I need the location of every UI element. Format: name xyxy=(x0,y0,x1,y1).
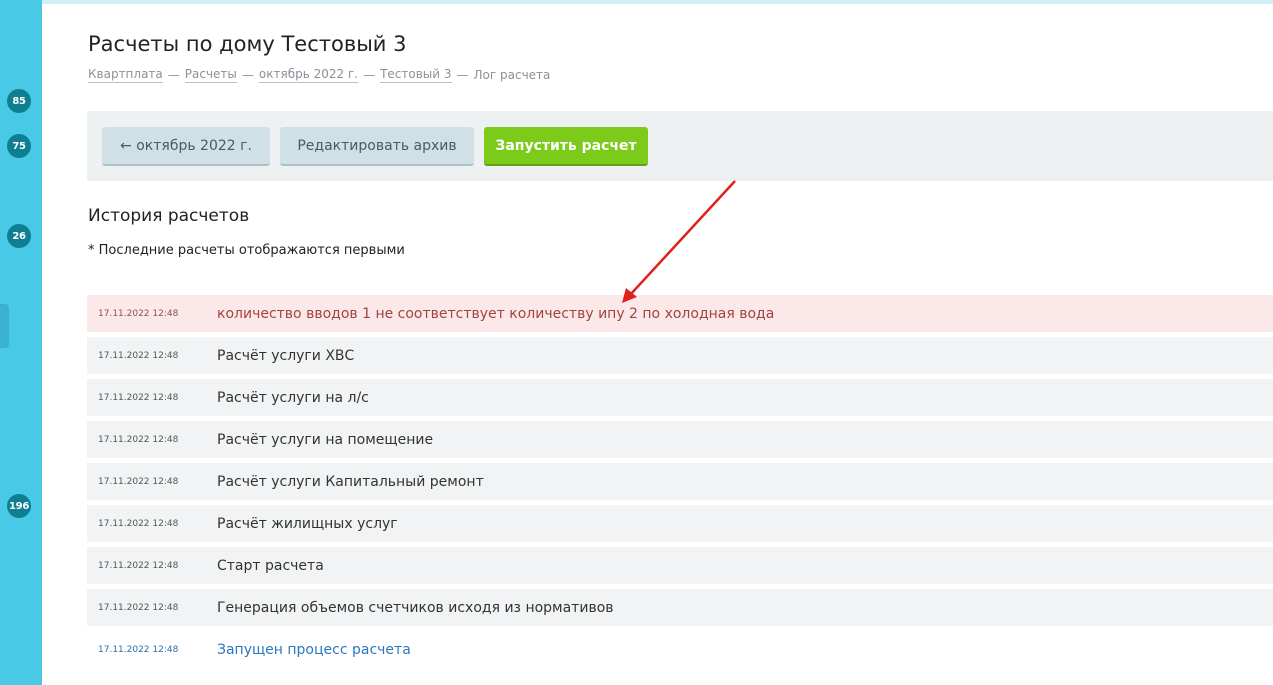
breadcrumb-separator: — xyxy=(456,68,469,82)
breadcrumb-link-period[interactable]: октябрь 2022 г. xyxy=(258,67,359,83)
edit-archive-button[interactable]: Редактировать архив xyxy=(280,127,474,166)
breadcrumb-separator: — xyxy=(241,68,254,82)
log-message: Генерация объемов счетчиков исходя из но… xyxy=(217,599,614,616)
log-date: 17.11.2022 12:48 xyxy=(98,392,179,403)
sidebar-badge-1[interactable]: 85 xyxy=(7,89,31,113)
toolbar: ← октябрь 2022 г. Редактировать архив За… xyxy=(87,111,1273,181)
log-row: 17.11.2022 12:48 Расчёт услуги на л/с xyxy=(87,379,1273,416)
page-title: Расчеты по дому Тестовый 3 xyxy=(88,32,407,56)
log-date: 17.11.2022 12:48 xyxy=(98,434,179,445)
history-title: История расчетов xyxy=(88,206,250,226)
log-message: Расчёт услуги ХВС xyxy=(217,347,355,364)
back-period-button[interactable]: ← октябрь 2022 г. xyxy=(102,127,270,166)
breadcrumb-link-house[interactable]: Тестовый 3 xyxy=(380,67,452,83)
log-date: 17.11.2022 12:48 xyxy=(98,476,179,487)
log-row: 17.11.2022 12:48 Расчёт услуги на помеще… xyxy=(87,421,1273,458)
sidebar-collapse-handle[interactable] xyxy=(0,304,9,348)
log-row: 17.11.2022 12:48 Генерация объемов счетч… xyxy=(87,589,1273,626)
log-date: 17.11.2022 12:48 xyxy=(98,644,179,655)
log-date: 17.11.2022 12:48 xyxy=(98,518,179,529)
log-row: 17.11.2022 12:48 Расчёт жилищных услуг xyxy=(87,505,1273,542)
breadcrumb-separator: — xyxy=(363,68,376,82)
log-row: 17.11.2022 12:48 Расчёт услуги ХВС xyxy=(87,337,1273,374)
log-row: 17.11.2022 12:48 Запущен процесс расчета xyxy=(87,631,1273,668)
history-note: * Последние расчеты отображаются первыми xyxy=(88,243,405,258)
sidebar-badge-2[interactable]: 75 xyxy=(7,134,31,158)
log-message: количество вводов 1 не соответствует кол… xyxy=(217,305,775,322)
log-message: Расчёт услуги на л/с xyxy=(217,389,369,406)
breadcrumb-separator: — xyxy=(167,68,180,82)
annotation-arrow-line xyxy=(629,180,736,296)
breadcrumb: Квартплата — Расчеты — октябрь 2022 г. —… xyxy=(88,67,550,83)
sidebar-badge-3[interactable]: 26 xyxy=(7,224,31,248)
log-date: 17.11.2022 12:48 xyxy=(98,308,179,319)
log-message: Запущен процесс расчета xyxy=(217,641,411,658)
breadcrumb-current: Лог расчета xyxy=(473,68,551,82)
log-date: 17.11.2022 12:48 xyxy=(98,350,179,361)
log-row: 17.11.2022 12:48 Расчёт услуги Капитальн… xyxy=(87,463,1273,500)
log-date: 17.11.2022 12:48 xyxy=(98,602,179,613)
run-calculation-button[interactable]: Запустить расчет xyxy=(484,127,648,166)
sidebar-badge-4[interactable]: 196 xyxy=(7,494,31,518)
log-row: 17.11.2022 12:48 количество вводов 1 не … xyxy=(87,295,1273,332)
log-row: 17.11.2022 12:48 Старт расчета xyxy=(87,547,1273,584)
top-strip xyxy=(0,0,1273,4)
sidebar: 85 75 26 196 xyxy=(0,0,42,685)
breadcrumb-link-kvartplata[interactable]: Квартплата xyxy=(88,67,163,83)
log-message: Расчёт услуги Капитальный ремонт xyxy=(217,473,484,490)
log-message: Расчёт услуги на помещение xyxy=(217,431,434,448)
log-message: Расчёт жилищных услуг xyxy=(217,515,398,532)
log-message: Старт расчета xyxy=(217,557,324,574)
log-date: 17.11.2022 12:48 xyxy=(98,560,179,571)
breadcrumb-link-raschety[interactable]: Расчеты xyxy=(184,67,237,83)
